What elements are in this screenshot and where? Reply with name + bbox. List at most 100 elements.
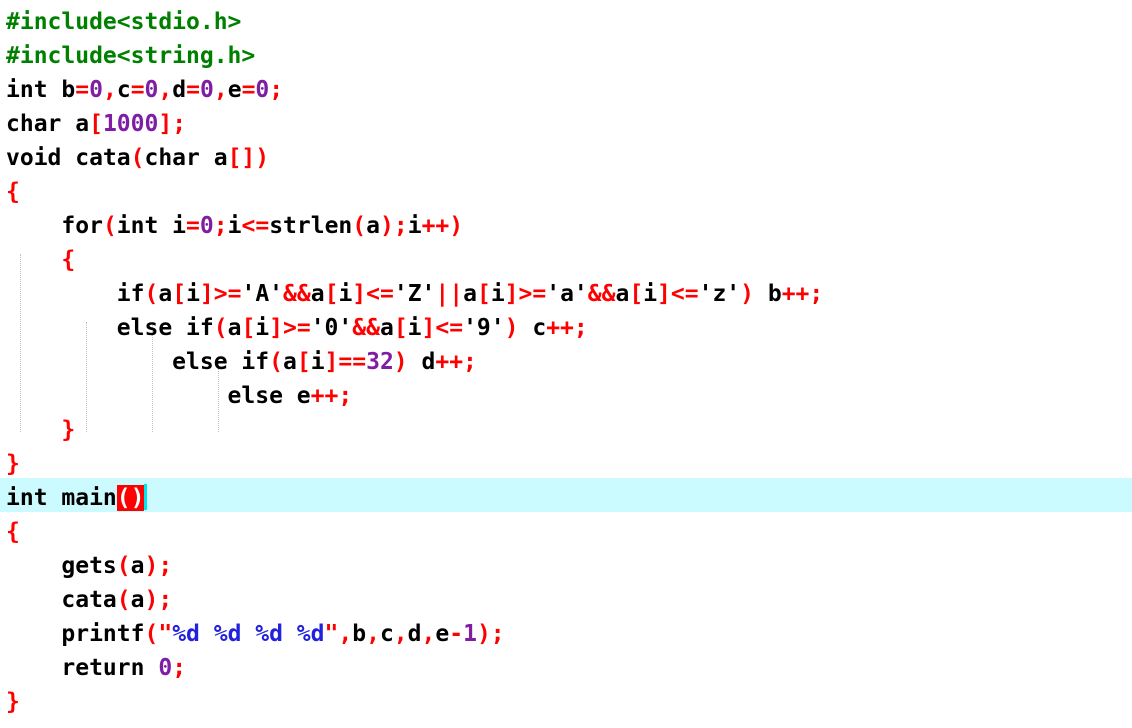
code-token-id: int i <box>116 213 187 239</box>
code-token-punc: ++; <box>546 315 588 341</box>
code-token-num: 0 <box>158 655 173 681</box>
code-token-id: i <box>643 281 658 307</box>
code-token-punc: (" <box>144 621 173 647</box>
code-line[interactable]: if(a[i]>='A'&&a[i]<='Z'||a[i]>='a'&&a[i]… <box>6 277 823 311</box>
code-token-punc: , <box>102 77 117 103</box>
code-token-id: i <box>186 281 200 307</box>
code-token-id: i <box>338 281 353 307</box>
code-line[interactable]: printf("%d %d %d %d",b,c,d,e-1); <box>6 617 504 651</box>
code-token-id: a <box>310 281 325 307</box>
code-token-pre: #include<stdio.h> <box>6 9 242 35</box>
code-token-id: else e <box>6 383 311 409</box>
code-token-punc: ]<= <box>421 315 464 341</box>
code-token-punc: ( <box>269 349 283 375</box>
code-token-punc: } <box>6 417 76 443</box>
code-token-id: e <box>435 621 450 647</box>
code-line[interactable]: else if(a[i]>='0'&&a[i]<='9') c++; <box>6 311 588 345</box>
code-token-punc: ( <box>116 587 131 613</box>
code-token-id: for <box>6 213 103 239</box>
code-token-punc: = <box>130 77 145 103</box>
code-token-punc: && <box>352 315 380 341</box>
code-token-num: 0 <box>199 77 214 103</box>
code-line[interactable]: int b=0,c=0,d=0,e=0; <box>6 73 283 107</box>
code-line[interactable]: } <box>6 413 75 447</box>
code-token-punc: ]; <box>158 111 187 137</box>
code-token-punc: ]<= <box>352 281 394 307</box>
code-token-num: 0 <box>89 77 103 103</box>
code-token-id: a <box>366 213 380 239</box>
code-token-id: else if <box>6 315 214 341</box>
code-token-id: a <box>130 553 145 579</box>
code-token-punc: [ <box>393 315 408 341</box>
code-token-punc: ++) <box>421 213 464 239</box>
code-token-punc: [ <box>241 315 256 341</box>
code-token-punc: && <box>587 281 616 307</box>
code-line[interactable]: #include<stdio.h> <box>6 5 241 39</box>
code-token-punc: ]>= <box>269 315 311 341</box>
code-token-punc: , <box>421 621 436 647</box>
code-token-num: 0 <box>255 77 270 103</box>
code-editor[interactable]: #include<stdio.h> #include<string.h> int b… <box>0 0 1132 728</box>
code-line[interactable]: void cata(char a[]) <box>6 141 269 175</box>
code-token-id: i <box>407 213 422 239</box>
code-token-punc: ); <box>144 553 173 579</box>
code-token-id: cata <box>6 587 117 613</box>
code-token-punc: ( <box>144 281 159 307</box>
code-token-id: d <box>407 621 422 647</box>
code-line[interactable]: #include<string.h> <box>6 39 255 73</box>
code-token-punc: , <box>393 621 408 647</box>
code-token-chr: 'z' <box>698 281 741 307</box>
code-token-id: d <box>172 77 187 103</box>
code-token-id: void cata <box>6 145 131 171</box>
code-token-punc: || <box>435 281 464 307</box>
code-token-punc: ; <box>269 77 284 103</box>
code-line[interactable]: return 0; <box>6 651 186 685</box>
code-token-punc: , <box>213 77 228 103</box>
code-line[interactable]: else if(a[i]==32) d++; <box>6 345 477 379</box>
code-token-chr: 'Z' <box>393 281 436 307</box>
code-line[interactable]: { <box>6 243 75 277</box>
code-line[interactable]: cata(a); <box>6 583 172 617</box>
code-token-chr: '9' <box>463 315 505 341</box>
code-token-id: char a <box>6 111 90 137</box>
code-token-punc: [ <box>89 111 103 137</box>
code-line[interactable]: { <box>6 515 20 549</box>
code-token-punc: ]<= <box>657 281 699 307</box>
code-token-id: i <box>255 315 270 341</box>
code-token-id: a <box>130 587 145 613</box>
matched-bracket-pair: () <box>116 485 145 511</box>
code-line[interactable]: int main() <box>6 481 148 515</box>
code-token-id: char a <box>144 145 228 171</box>
code-line[interactable]: char a[1000]; <box>6 107 186 141</box>
code-token-punc: [ <box>324 281 339 307</box>
code-token-id: a <box>227 315 242 341</box>
code-token-id: c <box>379 621 394 647</box>
code-token-punc: []) <box>227 145 270 171</box>
code-line[interactable]: } <box>6 685 20 719</box>
code-token-id: strlen <box>269 213 353 239</box>
code-token-punc: [ <box>476 281 491 307</box>
code-line[interactable]: gets(a); <box>6 549 172 583</box>
code-token-id: a <box>463 281 477 307</box>
code-token-id: return <box>6 655 159 681</box>
code-token-punc: <= <box>241 213 270 239</box>
code-token-punc: && <box>283 281 311 307</box>
code-line[interactable]: for(int i=0;i<=strlen(a);i++) <box>6 209 463 243</box>
code-token-punc: ; <box>213 213 228 239</box>
code-line[interactable]: { <box>6 175 20 209</box>
code-token-id: printf <box>6 621 145 647</box>
code-line[interactable]: else e++; <box>6 379 353 413</box>
code-token-num: 1 <box>463 621 477 647</box>
code-token-punc: ]== <box>324 349 367 375</box>
code-token-id: a <box>158 281 173 307</box>
code-token-num: 1000 <box>102 111 159 137</box>
code-token-id: i <box>490 281 505 307</box>
code-line[interactable]: } <box>6 447 20 481</box>
code-token-id: a <box>282 349 297 375</box>
code-token-punc: ( <box>352 213 367 239</box>
code-token-chr: 'A' <box>241 281 284 307</box>
current-line-highlight <box>0 478 1132 512</box>
code-token-punc: ( <box>116 553 131 579</box>
code-token-punc: ++; <box>781 281 824 307</box>
code-token-chr: '0' <box>310 315 353 341</box>
